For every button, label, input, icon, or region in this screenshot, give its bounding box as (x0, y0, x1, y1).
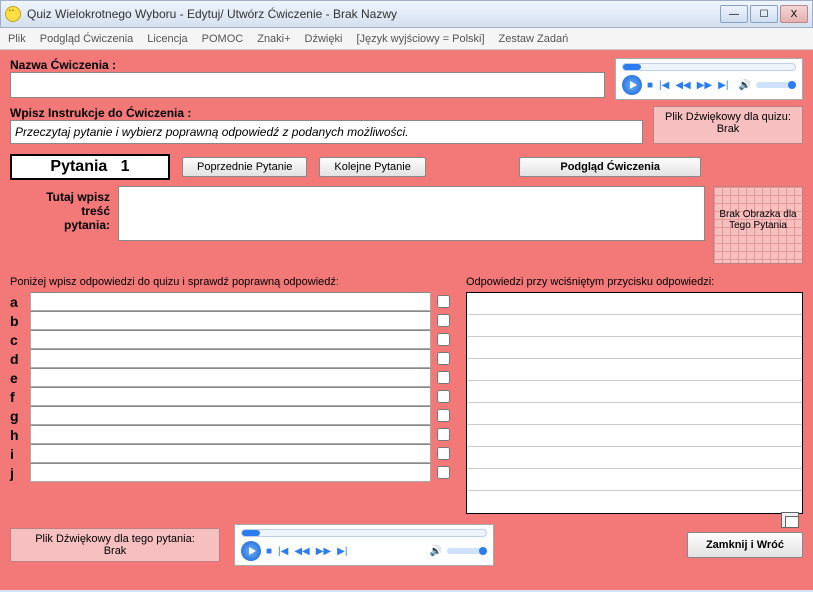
next-question-button[interactable]: Kolejne Pytanie (319, 157, 425, 177)
question-sound-label: Plik Dźwiękowy dla tego pytania: (19, 533, 211, 545)
answer-letter-a: a (10, 294, 24, 310)
answer-input-a[interactable] (30, 292, 431, 311)
play-icon-bottom[interactable] (241, 541, 261, 561)
rewind-icon[interactable]: ◀◀ (674, 80, 691, 91)
answer-input-g[interactable] (30, 406, 431, 425)
answer-letter-j: j (10, 465, 24, 481)
answer-input-c[interactable] (30, 330, 431, 349)
quiz-audio-player: ■ |◀ ◀◀ ▶▶ ▶| 🔊 (615, 58, 803, 100)
window-title: Quiz Wielokrotnego Wyboru - Edytuj/ Utwó… (27, 7, 720, 21)
responses-label: Odpowiedzi przy wciśniętym przycisku odp… (466, 276, 803, 288)
menu-dzwieki[interactable]: Dźwięki (305, 33, 343, 45)
next-icon-bottom[interactable]: ▶| (336, 546, 348, 557)
answer-correct-checkbox-g[interactable] (437, 409, 450, 422)
menu-zestaw[interactable]: Zestaw Zadań (499, 33, 569, 45)
question-number-box: Pytania 1 (10, 154, 170, 180)
question-sound-value: Brak (19, 545, 211, 557)
answer-input-b[interactable] (30, 311, 431, 330)
answer-input-d[interactable] (30, 349, 431, 368)
menu-znaki[interactable]: Znaki+ (257, 33, 290, 45)
answer-input-h[interactable] (30, 425, 431, 444)
answer-correct-checkbox-c[interactable] (437, 333, 450, 346)
play-icon[interactable] (622, 75, 642, 95)
question-text-input[interactable] (118, 186, 705, 241)
answer-letter-d: d (10, 351, 24, 367)
exercise-name-label: Nazwa Ćwiczenia : (10, 58, 605, 72)
answer-letter-e: e (10, 370, 24, 386)
answer-letter-i: i (10, 446, 24, 462)
prev-icon[interactable]: |◀ (658, 80, 670, 91)
answer-letter-g: g (10, 408, 24, 424)
instructions-label: Wpisz Instrukcje do Ćwiczenia : (10, 106, 643, 120)
answer-correct-checkbox-h[interactable] (437, 428, 450, 441)
menu-pomoc[interactable]: POMOC (202, 33, 244, 45)
menu-licencja[interactable]: Licencja (147, 33, 187, 45)
volume-icon[interactable]: 🔊 (738, 80, 752, 91)
next-icon[interactable]: ▶| (717, 80, 729, 91)
forward-icon[interactable]: ▶▶ (696, 80, 713, 91)
previous-question-button[interactable]: Poprzednie Pytanie (182, 157, 307, 177)
menu-podglad[interactable]: Podgląd Ćwiczenia (40, 33, 134, 45)
answer-letter-c: c (10, 332, 24, 348)
preview-exercise-button[interactable]: Podgląd Ćwiczenia (519, 157, 701, 177)
answer-correct-checkbox-i[interactable] (437, 447, 450, 460)
minimize-button[interactable]: — (720, 5, 748, 23)
menu-jezyk[interactable]: [Język wyjściowy = Polski] (356, 33, 484, 45)
audio-track-top[interactable] (622, 63, 796, 71)
answer-correct-checkbox-j[interactable] (437, 466, 450, 479)
question-text-label: Tutaj wpisz treść pytania: (10, 186, 110, 264)
volume-icon-bottom[interactable]: 🔊 (429, 546, 443, 557)
answer-correct-checkbox-b[interactable] (437, 314, 450, 327)
answer-letter-f: f (10, 389, 24, 405)
maximize-button[interactable]: ☐ (750, 5, 778, 23)
answer-input-i[interactable] (30, 444, 431, 463)
quiz-sound-label: Plik Dźwiękowy dla quizu: (660, 111, 796, 123)
audio-track-bottom[interactable] (241, 529, 487, 537)
responses-panel[interactable] (466, 292, 803, 514)
question-image-box[interactable]: Brak Obrazka dla Tego Pytania (713, 186, 803, 264)
answer-correct-checkbox-e[interactable] (437, 371, 450, 384)
answer-input-j[interactable] (30, 463, 431, 482)
question-audio-player: ■ |◀ ◀◀ ▶▶ ▶| 🔊 (234, 524, 494, 566)
answer-correct-checkbox-f[interactable] (437, 390, 450, 403)
app-icon (5, 6, 21, 22)
answer-correct-checkbox-d[interactable] (437, 352, 450, 365)
instructions-input[interactable] (10, 120, 643, 144)
stop-icon-bottom[interactable]: ■ (265, 546, 273, 557)
rewind-icon-bottom[interactable]: ◀◀ (293, 546, 310, 557)
prev-icon-bottom[interactable]: |◀ (277, 546, 289, 557)
volume-slider-top[interactable] (756, 82, 796, 88)
volume-slider-bottom[interactable] (447, 548, 487, 554)
close-button[interactable]: X (780, 5, 808, 23)
question-sound-file-box[interactable]: Plik Dźwiękowy dla tego pytania: Brak (10, 528, 220, 562)
forward-icon-bottom[interactable]: ▶▶ (315, 546, 332, 557)
quiz-sound-file-box[interactable]: Plik Dźwiękowy dla quizu: Brak (653, 106, 803, 144)
answer-letter-b: b (10, 313, 24, 329)
question-number: 1 (121, 158, 130, 175)
answers-label: Poniżej wpisz odpowiedzi do quizu i spra… (10, 276, 450, 288)
copy-icon[interactable] (781, 512, 799, 528)
exercise-name-input[interactable] (10, 72, 605, 98)
stop-icon[interactable]: ■ (646, 80, 654, 91)
answer-letter-h: h (10, 427, 24, 443)
menu-plik[interactable]: Plik (8, 33, 26, 45)
answer-input-e[interactable] (30, 368, 431, 387)
close-and-return-button[interactable]: Zamknij i Wróć (687, 532, 803, 558)
question-label: Pytania (50, 158, 107, 175)
answer-input-f[interactable] (30, 387, 431, 406)
quiz-sound-value: Brak (660, 123, 796, 135)
answer-correct-checkbox-a[interactable] (437, 295, 450, 308)
